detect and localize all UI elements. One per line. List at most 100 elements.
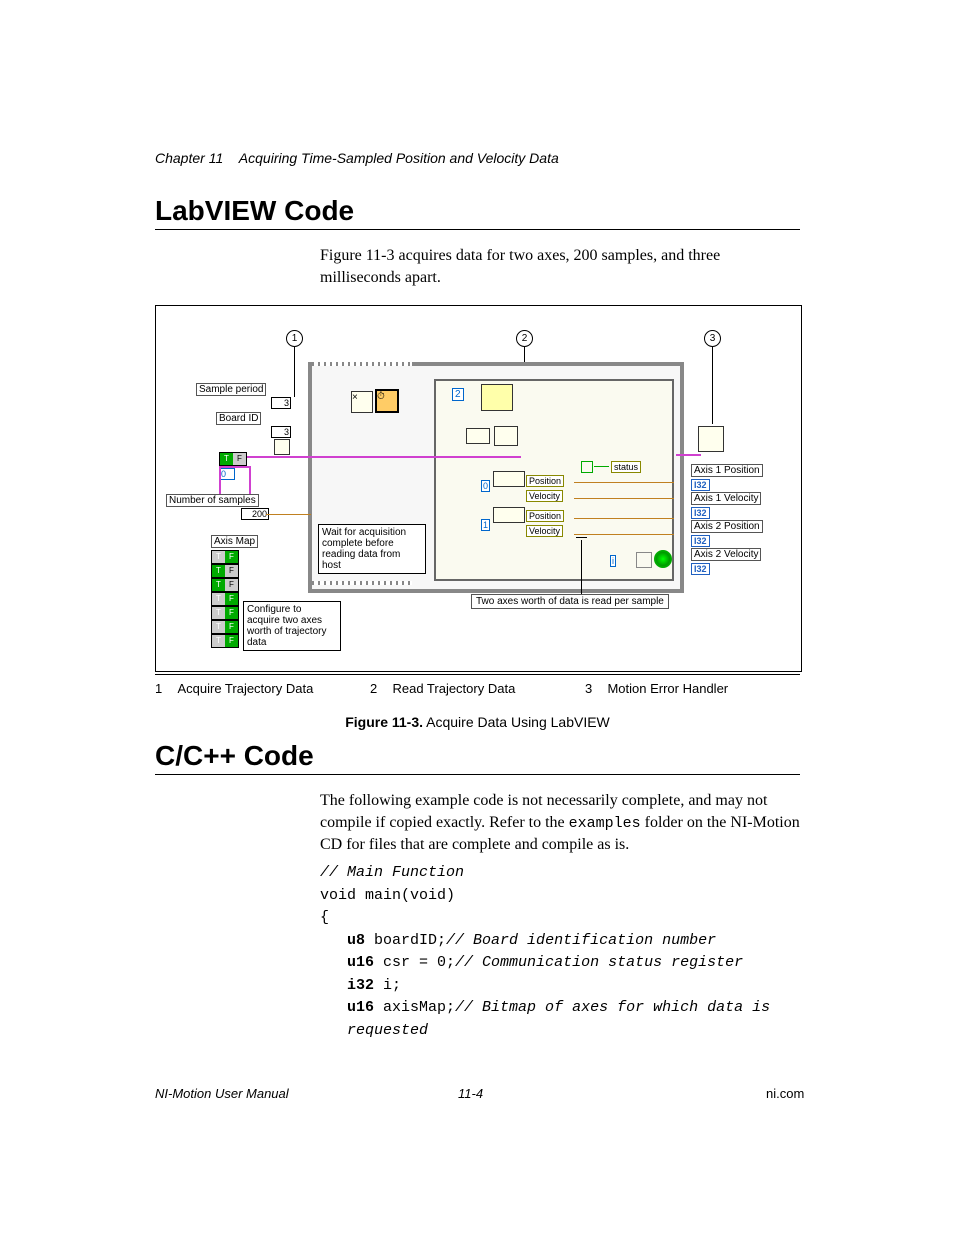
code-line: { xyxy=(320,909,329,926)
axis2-velocity-label: Axis 2 Velocity xyxy=(691,548,761,561)
legend-l2: Read Trajectory Data xyxy=(392,681,515,696)
note-line xyxy=(581,540,582,594)
tf: TF xyxy=(211,634,239,648)
figcap-text: Acquire Data Using LabVIEW xyxy=(423,714,610,730)
legend-l1: Acquire Trajectory Data xyxy=(177,681,313,696)
footer-right: ni.com xyxy=(766,1086,804,1101)
legend-n1: 1 xyxy=(155,681,162,696)
vi-icon xyxy=(494,426,518,446)
kw: i32 xyxy=(347,977,374,994)
wire xyxy=(574,498,674,499)
idx0: 0 xyxy=(481,480,490,492)
i32-indicator: I32 xyxy=(691,535,710,547)
callout-2: 2 xyxy=(516,330,533,347)
comment: // Bitmap of axes for which data is xyxy=(455,999,779,1016)
heading-ccpp: C/C++ Code xyxy=(155,740,314,772)
figcap-bold: Figure 11-3. xyxy=(345,714,423,730)
tf: TF xyxy=(211,564,239,578)
figure-box: 1 2 3 Sample period 3 Board ID 3 × ⏱ 2 T… xyxy=(155,305,802,672)
callout-1: 1 xyxy=(286,330,303,347)
code-block: // Main Function void main(void) { u8 bo… xyxy=(320,862,779,1042)
code: i; xyxy=(374,977,401,994)
velocity-2: Velocity xyxy=(526,525,563,537)
tf: TF xyxy=(211,606,239,620)
velocity-1: Velocity xyxy=(526,490,563,502)
page-header: Chapter 11 Acquiring Time-Sampled Positi… xyxy=(155,150,559,166)
read-vi xyxy=(481,384,513,411)
note-wait: Wait for acquisition complete before rea… xyxy=(318,524,426,574)
code-line: void main(void) xyxy=(320,887,455,904)
num-samples-val: 200 xyxy=(241,508,269,520)
status-label: status xyxy=(611,461,641,473)
error-wire xyxy=(676,454,701,456)
sample-period-label: Sample period xyxy=(196,383,266,396)
index-array-vi xyxy=(493,507,525,523)
figure-legend: 1 Acquire Trajectory Data 2 Read Traject… xyxy=(155,674,800,696)
i32-indicator: I32 xyxy=(691,563,710,575)
vi-icon xyxy=(274,439,290,455)
callout-line xyxy=(294,347,295,397)
stop-terminal xyxy=(654,550,672,568)
rule xyxy=(155,774,800,775)
i-terminal: i xyxy=(610,555,616,567)
heading-labview: LabVIEW Code xyxy=(155,195,354,227)
unbundle-vi xyxy=(466,428,490,444)
idx1: 1 xyxy=(481,519,490,531)
tf: TF xyxy=(211,592,239,606)
legend-l3: Motion Error Handler xyxy=(607,681,728,696)
code: boardID; xyxy=(365,932,446,949)
sample-period-val: 3 xyxy=(271,397,291,409)
shift-reg xyxy=(636,552,652,568)
comment: // Communication status register xyxy=(455,954,743,971)
wire xyxy=(574,518,674,519)
wire xyxy=(574,482,674,483)
i32-indicator: I32 xyxy=(691,479,710,491)
figure-caption: Figure 11-3. Acquire Data Using LabVIEW xyxy=(155,714,800,730)
loop-tunnel xyxy=(312,581,412,585)
footer-center: 11-4 xyxy=(458,1086,483,1101)
note-config: Configure to acquire two axes worth of t… xyxy=(243,601,341,651)
callout-line xyxy=(712,347,713,424)
labview-intro: Figure 11-3 acquires data for two axes, … xyxy=(320,245,800,288)
comment: // Main Function xyxy=(320,864,464,881)
legend-n3: 3 xyxy=(585,681,592,696)
code: axisMap; xyxy=(374,999,455,1016)
tf-cluster: TF xyxy=(219,452,247,466)
kw: u16 xyxy=(347,999,374,1016)
wire-green xyxy=(594,466,609,467)
chapter-title: Acquiring Time-Sampled Position and Velo… xyxy=(239,150,559,166)
axis1-position-label: Axis 1 Position xyxy=(691,464,763,477)
axis-map-label: Axis Map xyxy=(211,535,258,548)
wire xyxy=(574,534,674,535)
callout-3: 3 xyxy=(704,330,721,347)
axis2-position-label: Axis 2 Position xyxy=(691,520,763,533)
index-array-vi xyxy=(493,471,525,487)
note-line xyxy=(576,537,587,538)
labview-diagram: 1 2 3 Sample period 3 Board ID 3 × ⏱ 2 T… xyxy=(156,306,801,671)
rule xyxy=(155,229,800,230)
chapter-num: Chapter 11 xyxy=(155,150,223,166)
error-wire xyxy=(236,456,521,458)
wait-vi: ⏱ xyxy=(375,389,399,413)
axis1-velocity-label: Axis 1 Velocity xyxy=(691,492,761,505)
kw: u16 xyxy=(347,954,374,971)
position-1: Position xyxy=(526,475,564,487)
tf: TF xyxy=(211,620,239,634)
position-2: Position xyxy=(526,510,564,522)
code: csr = 0; xyxy=(374,954,455,971)
i32-indicator: I32 xyxy=(691,507,710,519)
tf: TF xyxy=(211,550,239,564)
board-id-label: Board ID xyxy=(216,412,261,425)
multiply-vi: × xyxy=(351,391,373,413)
status-led xyxy=(581,461,593,473)
legend-n2: 2 xyxy=(370,681,377,696)
board-id-val: 3 xyxy=(271,426,291,438)
footer-left: NI-Motion User Manual xyxy=(155,1086,289,1101)
error-handler-vi xyxy=(698,426,724,452)
comment: requested xyxy=(347,1022,428,1039)
comment: // Board identification number xyxy=(446,932,716,949)
num-samples-label: Number of samples xyxy=(166,494,259,507)
ccpp-intro: The following example code is not necess… xyxy=(320,790,800,855)
kw: u8 xyxy=(347,932,365,949)
idx-2: 2 xyxy=(452,388,464,401)
